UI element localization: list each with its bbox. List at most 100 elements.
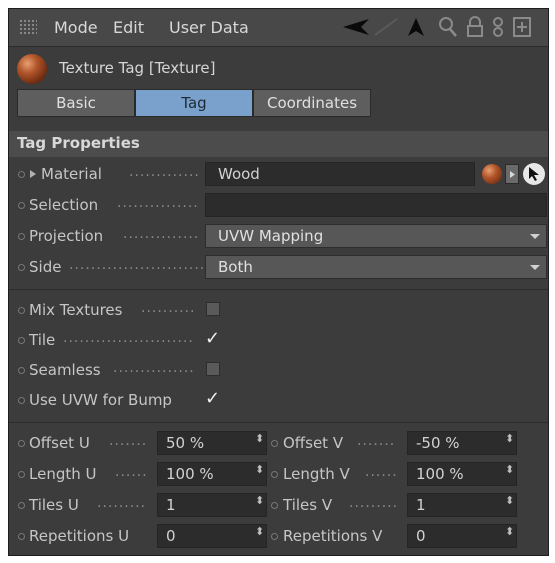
length-v-spinner-icon[interactable]: ⬍ [505, 464, 514, 475]
animation-bullet-icon[interactable] [18, 264, 25, 271]
repetitions-u-field[interactable]: 0 [157, 524, 267, 548]
animation-bullet-icon[interactable] [18, 533, 25, 540]
label-leader: .............. [123, 226, 200, 242]
animation-bullet-icon[interactable] [18, 233, 25, 240]
offset-u-field[interactable]: 50 % [157, 431, 267, 455]
offset-row: Offset U ....... 50 % ⬍ Offset V .......… [9, 430, 548, 458]
repetitions-u-spinner-icon[interactable]: ⬍ [255, 526, 264, 537]
label-leader: ............... [117, 195, 199, 211]
animation-bullet-icon[interactable] [271, 471, 278, 478]
label-leader: ....... [109, 433, 148, 449]
repetitions-v-spinner-icon[interactable]: ⬍ [505, 526, 514, 537]
animation-bullet-icon[interactable] [18, 202, 25, 209]
repetitions-v-value: 0 [416, 527, 426, 545]
link-icon[interactable] [490, 15, 506, 39]
projection-dropdown[interactable]: UVW Mapping [205, 224, 547, 248]
length-u-value: 100 % [166, 465, 214, 483]
repetitions-v-label: Repetitions V [283, 527, 383, 545]
repetitions-u-label: Repetitions U [29, 527, 130, 545]
attribute-manager: Mode Edit User Data Texture Tag [Texture… [8, 8, 549, 556]
length-u-spinner-icon[interactable]: ⬍ [255, 464, 264, 475]
label-leader: .......... [141, 300, 196, 316]
material-menu-arrow-icon[interactable] [505, 164, 519, 184]
seamless-row: Seamless ............... [9, 357, 548, 385]
chevron-down-icon [530, 265, 540, 270]
object-title: Texture Tag [Texture] [59, 59, 216, 77]
material-sphere-icon [17, 54, 47, 84]
divider [9, 422, 548, 423]
menu-bar: Mode Edit User Data [9, 9, 548, 47]
animation-bullet-icon[interactable] [18, 307, 25, 314]
up-arrow-icon[interactable] [404, 15, 428, 39]
uvw-bump-checkbox[interactable]: ✓ [205, 388, 220, 409]
length-v-field[interactable]: 100 % [407, 462, 517, 486]
back-arrow-icon[interactable] [339, 15, 373, 39]
lock-icon[interactable] [465, 15, 485, 39]
history-slash-icon[interactable] [371, 15, 401, 39]
tab-coordinates[interactable]: Coordinates [253, 89, 371, 117]
selection-field[interactable] [205, 193, 547, 217]
expand-arrow-icon[interactable] [29, 169, 37, 179]
seamless-checkbox[interactable] [206, 362, 220, 376]
tiles-u-label: Tiles U [29, 496, 79, 514]
offset-u-spinner-icon[interactable]: ⬍ [255, 433, 264, 444]
animation-bullet-icon[interactable] [18, 171, 25, 178]
side-value: Both [218, 258, 253, 276]
divider [9, 289, 548, 290]
label-leader: ............... [113, 360, 195, 376]
animation-bullet-icon[interactable] [18, 471, 25, 478]
tile-checkbox[interactable]: ✓ [205, 328, 220, 349]
tiles-u-value: 1 [166, 496, 176, 514]
section-title: Tag Properties [17, 134, 140, 152]
projection-label: Projection [29, 227, 104, 245]
side-dropdown[interactable]: Both [205, 255, 547, 279]
grip-icon[interactable] [19, 19, 37, 35]
side-row: Side ......................... Both [9, 254, 548, 282]
menu-mode[interactable]: Mode [54, 18, 98, 37]
length-u-field[interactable]: 100 % [157, 462, 267, 486]
label-leader: ...... [115, 464, 148, 480]
label-leader: ............. [129, 164, 200, 180]
tab-basic[interactable]: Basic [17, 89, 135, 117]
animation-bullet-icon[interactable] [18, 440, 25, 447]
projection-row: Projection .............. UVW Mapping [9, 223, 548, 251]
selection-row: Selection ............... [9, 192, 548, 220]
animation-bullet-icon[interactable] [18, 337, 25, 344]
animation-bullet-icon[interactable] [271, 533, 278, 540]
selection-label: Selection [29, 196, 99, 214]
tiles-u-spinner-icon[interactable]: ⬍ [255, 495, 264, 506]
offset-v-field[interactable]: -50 % [407, 431, 517, 455]
animation-bullet-icon[interactable] [18, 397, 25, 404]
tiles-row: Tiles U ......... 1 ⬍ Tiles V ......... … [9, 492, 548, 520]
object-header: Texture Tag [Texture] [9, 51, 548, 87]
tiles-v-label: Tiles V [283, 496, 333, 514]
section-header[interactable]: Tag Properties [9, 131, 548, 157]
offset-u-label: Offset U [29, 434, 90, 452]
label-leader: ......... [97, 495, 147, 511]
tiles-v-field[interactable]: 1 [407, 493, 517, 517]
tiles-v-spinner-icon[interactable]: ⬍ [505, 495, 514, 506]
material-link-field[interactable]: Wood [205, 162, 475, 186]
projection-value: UVW Mapping [218, 227, 324, 245]
material-row: Material ............. Wood [9, 161, 548, 189]
animation-bullet-icon[interactable] [271, 440, 278, 447]
material-preview-icon[interactable] [482, 164, 502, 184]
animation-bullet-icon[interactable] [271, 502, 278, 509]
menu-edit[interactable]: Edit [113, 18, 144, 37]
animation-bullet-icon[interactable] [18, 367, 25, 374]
mix-textures-checkbox[interactable] [206, 302, 220, 316]
search-icon[interactable] [437, 15, 459, 39]
tiles-u-field[interactable]: 1 [157, 493, 267, 517]
tab-tag[interactable]: Tag [135, 89, 253, 117]
offset-u-value: 50 % [166, 434, 205, 452]
animation-bullet-icon[interactable] [18, 502, 25, 509]
pick-object-cursor-icon[interactable] [523, 163, 545, 185]
seamless-label: Seamless [29, 361, 101, 379]
menu-user-data[interactable]: User Data [169, 18, 249, 37]
offset-v-spinner-icon[interactable]: ⬍ [505, 433, 514, 444]
tiles-v-value: 1 [416, 496, 426, 514]
label-leader: ....... [357, 433, 396, 449]
new-panel-icon[interactable] [511, 15, 533, 39]
tile-row: Tile ........................ ✓ [9, 327, 548, 355]
repetitions-v-field[interactable]: 0 [407, 524, 517, 548]
